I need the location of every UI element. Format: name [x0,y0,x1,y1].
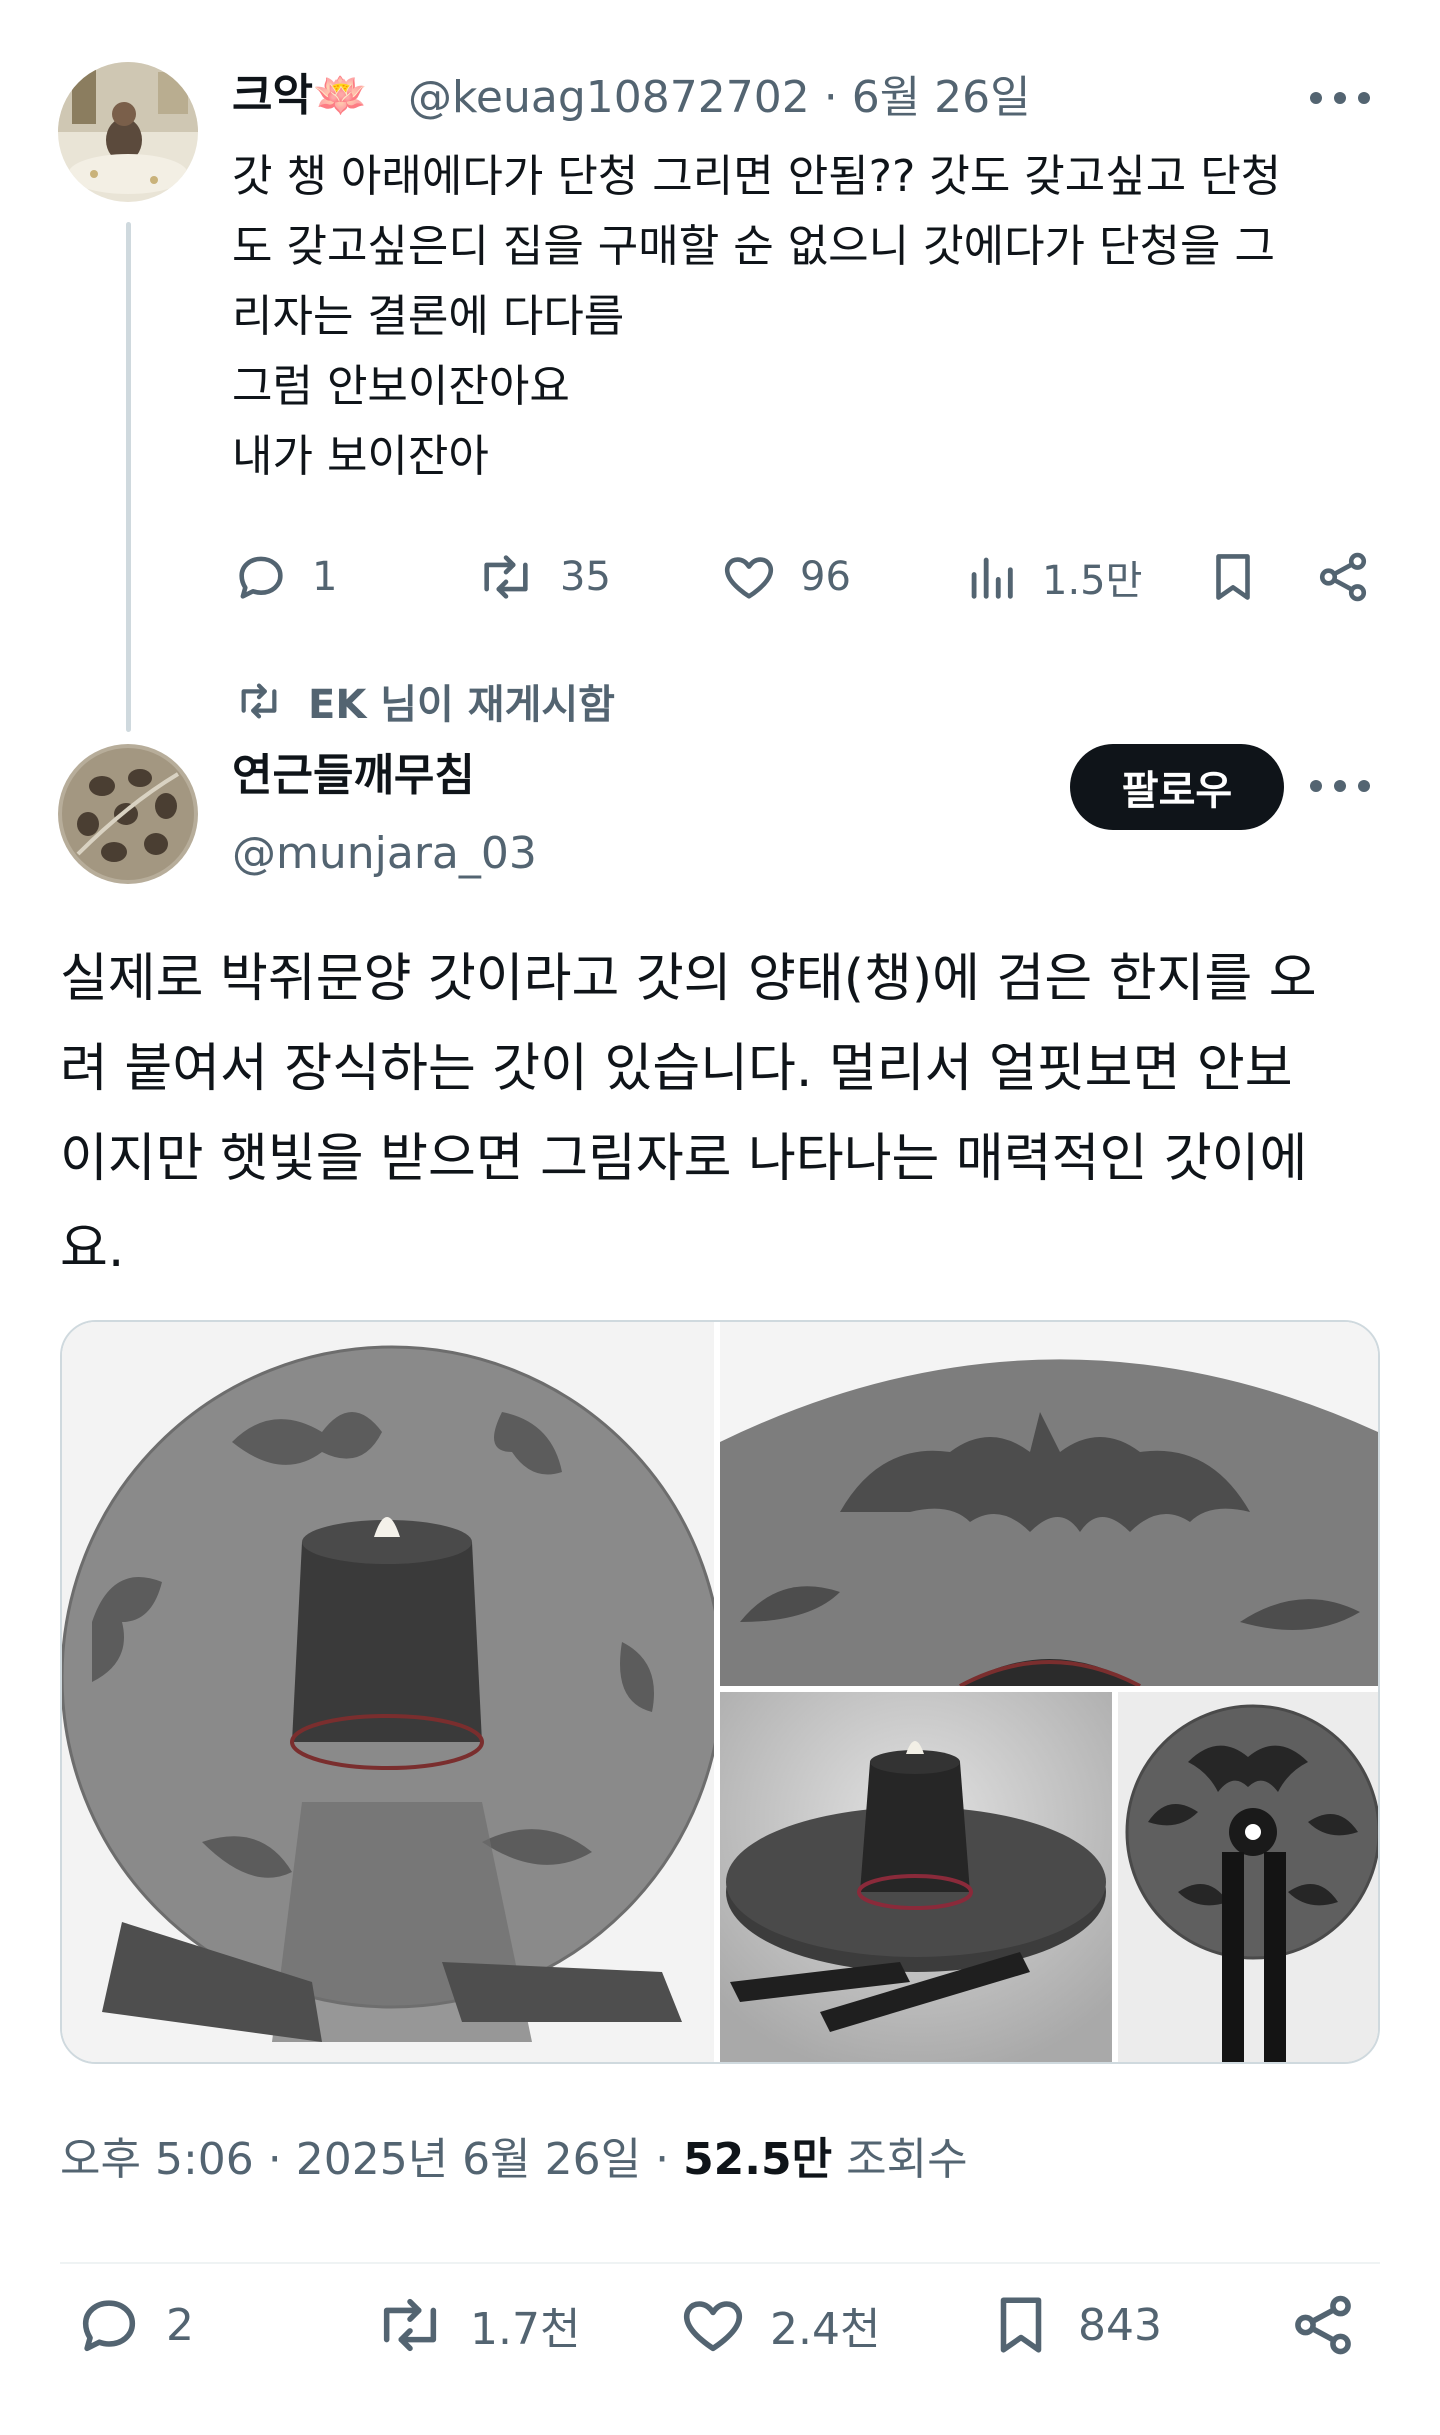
views-icon [971,557,1013,599]
main-share-button[interactable] [1288,2290,1358,2364]
tweet-timestamp[interactable]: 오후 5:06 · 2025년 6월 26일 · [60,2134,669,2185]
parent-handle[interactable]: @keuag10872702 [408,72,810,123]
reply-icon [239,556,283,599]
main-bookmark-count: 843 [1078,2299,1162,2351]
main-repost-count: 1.7천 [470,2304,581,2355]
like-icon [683,2301,743,2352]
main-reply-button[interactable]: 2 [74,2290,194,2360]
media-photo-3[interactable] [720,1692,1112,2062]
main-avatar[interactable] [58,744,198,884]
views-label: 조회수 [846,2134,968,2185]
parent-avatar[interactable] [58,62,198,202]
thread-line [126,222,131,732]
media-photo-4[interactable] [1118,1692,1378,2062]
media-grid [60,1320,1380,2064]
bookmark-icon [1000,2297,1042,2353]
parent-display-name[interactable]: 크악🪷 [232,68,368,124]
like-icon [724,557,774,599]
parent-text-line: 리자는 결론에 다다름 [232,291,625,342]
repost-icon [241,683,277,719]
parent-like-button[interactable]: 96 [720,548,851,606]
main-display-name[interactable]: 연근들깨무침 [232,748,475,804]
main-like-button[interactable]: 2.4천 [678,2290,880,2360]
main-text-line: 실제로 박쥐문양 갓이라고 갓의 양태(챙)에 검은 한지를 오 [60,949,1317,1009]
repost-label-text: EK 님이 재게시함 [308,682,615,728]
parent-bookmark-button[interactable] [1204,548,1262,610]
main-bookmark-button[interactable]: 843 [986,2290,1162,2360]
divider [60,2262,1380,2264]
parent-text-line: 그럼 안보이잔아요 [232,361,570,412]
parent-reply-count: 1 [312,554,338,600]
parent-text-line: 내가 보이잔아 [232,431,489,482]
parent-tweet-text: 갓 챙 아래에다가 단청 그리면 안됨?? 갓도 갖고싶고 단청 도 갖고싶은디… [232,142,1382,492]
reply-icon [82,2300,136,2352]
repost-icon [383,2298,437,2352]
main-handle[interactable]: @munjara_03 [232,826,537,882]
share-icon [1295,2295,1351,2355]
media-photo-2[interactable] [720,1322,1378,1686]
parent-views-count: 1.5만 [1042,558,1143,604]
repost-label[interactable]: EK 님이 재게시함 [232,672,615,730]
repost-icon [484,555,528,599]
main-like-count: 2.4천 [770,2304,881,2355]
parent-handle-date[interactable]: @keuag10872702 · 6월 26일 [408,70,1031,126]
parent-text-line: 갓 챙 아래에다가 단청 그리면 안됨?? 갓도 갖고싶고 단청 [232,151,1282,202]
media-photo-1[interactable] [62,1322,714,2062]
main-tweet-text: 실제로 박쥐문양 갓이라고 갓의 양태(챙)에 검은 한지를 오 려 붙여서 장… [60,934,1390,1294]
main-text-line: 요. [60,1219,125,1279]
views-count: 52.5만 [683,2134,833,2185]
parent-like-count: 96 [800,554,851,600]
main-text-line: 이지만 햇빛을 받으면 그림자로 나타나는 매력적인 갓이에 [60,1129,1308,1189]
main-reply-count: 2 [166,2299,194,2351]
parent-text-line: 도 갖고싶은디 집을 구매할 순 없으니 갓에다가 단청을 그 [232,221,1275,272]
bookmark-icon [1216,554,1250,600]
main-repost-button[interactable]: 1.7천 [372,2290,580,2360]
parent-reply-button[interactable]: 1 [232,548,337,606]
share-icon [1319,552,1367,602]
main-text-line: 려 붙여서 장식하는 갓이 있습니다. 멀리서 얼핏보면 안보 [60,1039,1293,1099]
main-more-icon[interactable] [1310,776,1370,796]
follow-button[interactable]: 팔로우 [1070,744,1284,830]
parent-views-button[interactable]: 1.5만 [962,548,1142,606]
parent-repost-count: 35 [560,554,611,600]
parent-share-button[interactable] [1314,548,1372,610]
parent-more-icon[interactable] [1310,88,1370,108]
tweet-metadata: 오후 5:06 · 2025년 6월 26일 · 52.5만 조회수 [60,2130,968,2190]
parent-date[interactable]: 6월 26일 [852,72,1031,123]
parent-repost-button[interactable]: 35 [474,548,611,606]
